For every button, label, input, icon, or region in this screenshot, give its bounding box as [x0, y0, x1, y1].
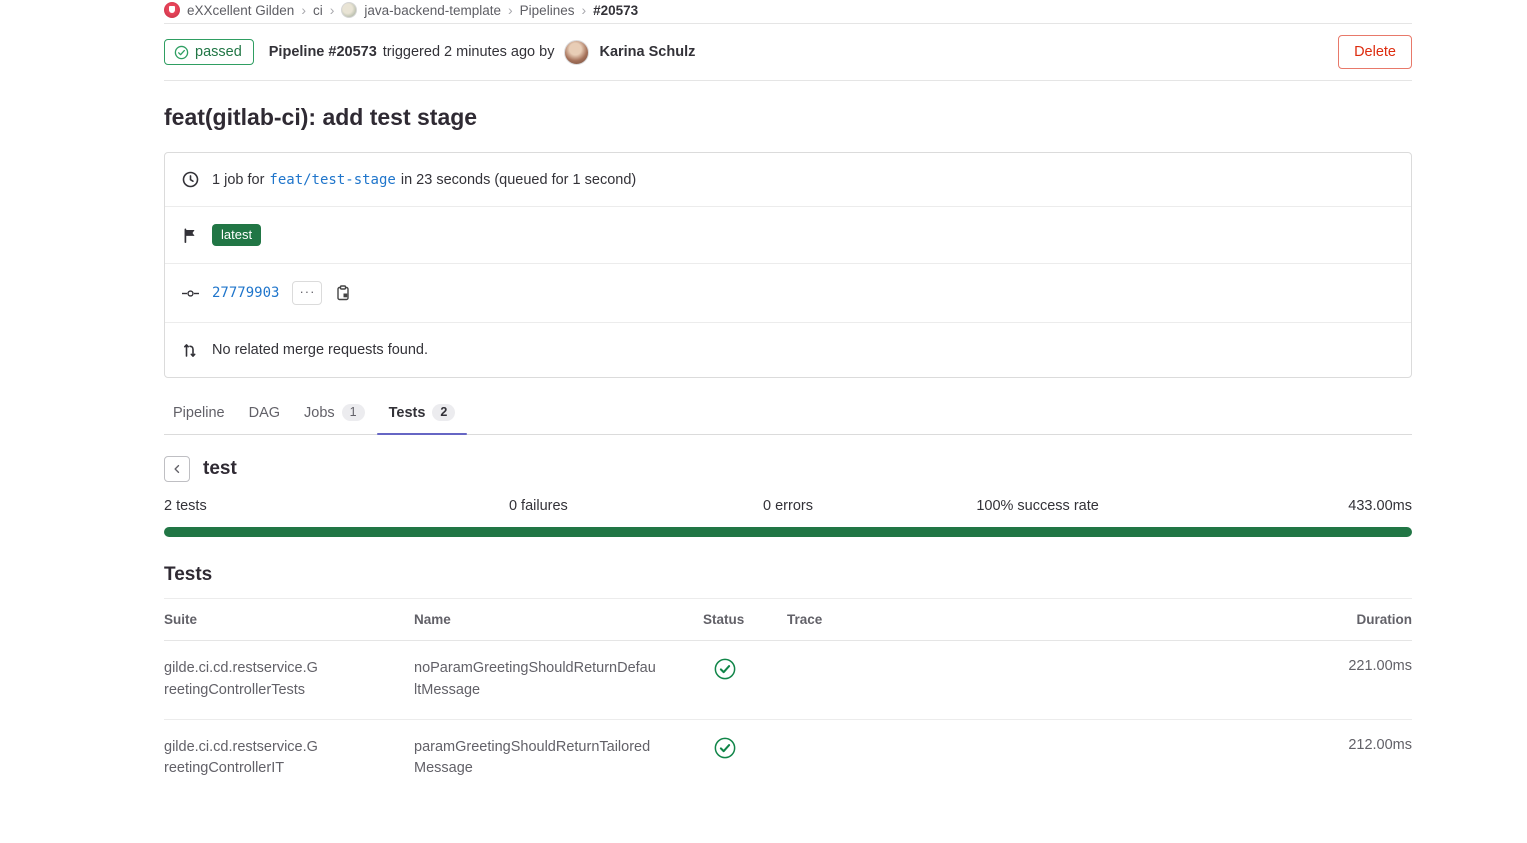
breadcrumb-item-project[interactable]: java-backend-template — [364, 3, 501, 18]
test-duration-cell: 212.00ms — [1292, 737, 1412, 753]
suite-title: test — [203, 458, 237, 480]
tests-table: Suite Name Status Trace Duration gilde.c… — [164, 598, 1412, 797]
clipboard-icon — [335, 285, 351, 301]
test-name-cell: paramGreetingShouldReturnTailoredMessage — [414, 737, 703, 781]
flag-icon — [182, 227, 199, 244]
group-avatar-icon — [164, 2, 180, 18]
job-summary: 1 job for feat/test-stage in 23 seconds … — [212, 172, 636, 188]
status-badge-label: passed — [195, 44, 242, 60]
latest-badge-row: latest — [165, 207, 1411, 264]
column-header-trace: Trace — [787, 612, 1292, 627]
breadcrumb-item-ci[interactable]: ci — [313, 3, 323, 18]
no-merge-requests-text: No related merge requests found. — [212, 342, 428, 358]
tests-heading: Tests — [164, 564, 1412, 586]
tab-tests[interactable]: Tests 2 — [377, 393, 468, 434]
tab-jobs[interactable]: Jobs 1 — [292, 393, 377, 434]
column-header-name: Name — [414, 612, 703, 627]
stat-success-rate: 100% success rate — [913, 498, 1163, 514]
stat-duration: 433.00ms — [1162, 498, 1412, 514]
table-row: gilde.ci.cd.restservice.GreetingControll… — [164, 641, 1412, 720]
test-passed-icon — [714, 737, 736, 759]
breadcrumb-separator-icon: › — [581, 2, 586, 18]
merge-request-icon — [182, 342, 199, 359]
stat-errors: 0 errors — [663, 498, 913, 514]
tab-tests-count-badge: 2 — [432, 404, 455, 421]
table-row: gilde.ci.cd.restservice.GreetingControll… — [164, 720, 1412, 798]
pipeline-info-box: 1 job for feat/test-stage in 23 seconds … — [164, 152, 1412, 378]
check-circle-icon — [174, 45, 189, 60]
tab-jobs-label: Jobs — [304, 405, 335, 421]
breadcrumb-item-pipelines[interactable]: Pipelines — [520, 3, 575, 18]
success-progress-bar — [164, 527, 1412, 537]
tab-pipeline-label: Pipeline — [173, 405, 225, 421]
tab-tests-label: Tests — [389, 405, 426, 421]
triggered-text: triggered 2 minutes ago by — [383, 44, 555, 60]
tab-dag-label: DAG — [249, 405, 280, 421]
breadcrumb-separator-icon: › — [330, 2, 335, 18]
tab-jobs-count-badge: 1 — [342, 404, 365, 421]
pipeline-tabs: Pipeline DAG Jobs 1 Tests 2 — [164, 393, 1412, 435]
test-name-cell: noParamGreetingShouldReturnDefaultMessag… — [414, 658, 703, 702]
breadcrumb-item-group[interactable]: eXXcellent Gilden — [187, 3, 294, 18]
test-status-cell — [703, 658, 787, 684]
test-suite-text: gilde.ci.cd.restservice.GreetingControll… — [164, 658, 319, 702]
merge-request-row: No related merge requests found. — [165, 323, 1411, 377]
pipeline-status-bar: passed Pipeline #20573 triggered 2 minut… — [164, 24, 1412, 81]
commit-sha-link[interactable]: 27779903 — [212, 285, 279, 301]
tab-dag[interactable]: DAG — [237, 393, 292, 434]
column-header-suite: Suite — [164, 612, 414, 627]
user-name-link[interactable]: Karina Schulz — [599, 44, 695, 60]
commit-icon — [182, 285, 199, 302]
status-badge[interactable]: passed — [164, 39, 254, 65]
chevron-left-icon — [171, 462, 183, 476]
breadcrumb-item-current: #20573 — [593, 3, 638, 18]
pipeline-page: eXXcellent Gilden › ci › java-backend-te… — [164, 0, 1412, 797]
test-status-cell — [703, 737, 787, 763]
expand-commit-button[interactable]: ··· — [292, 281, 322, 305]
column-header-duration: Duration — [1292, 612, 1412, 627]
user-avatar[interactable] — [564, 40, 589, 65]
test-suite-cell: gilde.ci.cd.restservice.GreetingControll… — [164, 737, 414, 781]
job-count-text: 1 job for — [212, 172, 264, 188]
column-header-status: Status — [703, 612, 787, 627]
copy-sha-button[interactable] — [335, 285, 351, 301]
test-duration-cell: 221.00ms — [1292, 658, 1412, 674]
tab-pipeline[interactable]: Pipeline — [164, 393, 237, 434]
suite-stats: 2 tests 0 failures 0 errors 100% success… — [164, 498, 1412, 514]
test-suite-text: gilde.ci.cd.restservice.GreetingControll… — [164, 737, 319, 781]
stat-failures: 0 failures — [414, 498, 664, 514]
clock-icon — [182, 171, 199, 188]
tests-table-header: Suite Name Status Trace Duration — [164, 598, 1412, 641]
test-name-text: noParamGreetingShouldReturnDefaultMessag… — [414, 658, 656, 702]
delete-pipeline-button[interactable]: Delete — [1338, 35, 1412, 69]
pipeline-id: Pipeline #20573 — [269, 44, 377, 60]
commit-title: feat(gitlab-ci): add test stage — [164, 104, 1412, 131]
test-suite-header: test — [164, 456, 1412, 482]
commit-row: 27779903 ··· — [165, 264, 1411, 323]
stat-tests: 2 tests — [164, 498, 414, 514]
breadcrumb: eXXcellent Gilden › ci › java-backend-te… — [164, 0, 1412, 24]
breadcrumb-separator-icon: › — [508, 2, 513, 18]
breadcrumb-separator-icon: › — [301, 2, 306, 18]
test-suite-cell: gilde.ci.cd.restservice.GreetingControll… — [164, 658, 414, 702]
pipeline-summary-text: Pipeline #20573 triggered 2 minutes ago … — [269, 40, 696, 65]
test-passed-icon — [714, 658, 736, 680]
test-name-text: paramGreetingShouldReturnTailoredMessage — [414, 737, 656, 781]
back-button[interactable] — [164, 456, 190, 482]
project-avatar-icon — [341, 2, 357, 18]
latest-badge: latest — [212, 224, 261, 246]
job-time-text: in 23 seconds (queued for 1 second) — [401, 172, 636, 188]
branch-link[interactable]: feat/test-stage — [269, 172, 395, 188]
job-duration-row: 1 job for feat/test-stage in 23 seconds … — [165, 153, 1411, 207]
